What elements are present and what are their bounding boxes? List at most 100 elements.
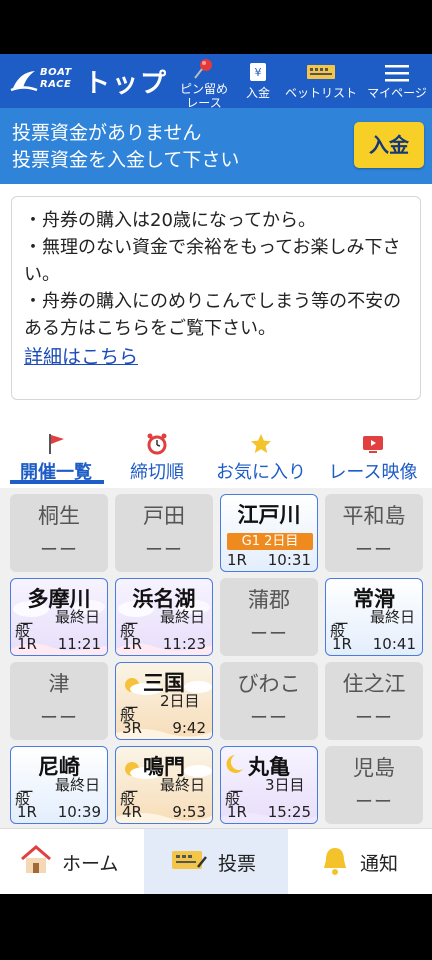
nav-notification-label: 通知 — [360, 853, 399, 875]
race-day: 最終日 — [55, 608, 101, 626]
tab-schedule[interactable]: 開催一覧 — [0, 428, 112, 486]
race-number: 4R — [122, 803, 142, 821]
deadline-time: 9:42 — [172, 719, 206, 737]
nav-home[interactable]: ホーム — [0, 829, 144, 895]
deposit-icon: ¥ — [250, 63, 266, 81]
venue-name: 蒲郡 — [248, 588, 290, 612]
deadline-time: 11:23 — [162, 635, 206, 653]
funds-warning-text: 投票資金がありません 投票資金を入金して下さい — [12, 120, 239, 174]
bottom-nav: ホーム 投票 通知 — [0, 828, 432, 895]
logo-text: BOAT RACE — [40, 67, 72, 90]
race-number: 1R — [227, 551, 247, 569]
race-day: 3日目 — [265, 776, 305, 794]
deposit-header-button[interactable]: ¥ 入金 — [240, 62, 276, 100]
star-icon — [251, 434, 271, 453]
svg-text:¥: ¥ — [255, 66, 262, 79]
race-number: 1R — [17, 803, 37, 821]
mypage-label: マイページ — [367, 86, 427, 100]
pinned-races-button[interactable]: ピン留め レース — [176, 58, 232, 110]
venue-cell[interactable]: 桐生 ーー — [10, 494, 108, 572]
venue-cell[interactable]: 児島 ーー — [325, 746, 423, 824]
notice-line-1: ・舟券の購入は20歳になってから。 — [24, 210, 317, 231]
status-bar — [0, 0, 432, 54]
venue-name: 児島 — [353, 756, 395, 780]
betlist-label: ベットリスト — [284, 86, 357, 100]
pin-icon — [194, 59, 212, 79]
venue-cell[interactable]: 鳴門 ー 般 最終日 4R 9:53 — [115, 746, 213, 824]
nav-vote[interactable]: 投票 — [144, 829, 288, 895]
tab-deadline-label: 締切順 — [130, 462, 184, 483]
venue-status: ーー — [250, 624, 288, 645]
tab-favorites-label: お気に入り — [216, 462, 306, 483]
venue-status: ーー — [355, 540, 393, 561]
tab-race-video[interactable]: レース映像 — [318, 428, 428, 486]
funds-warning-line2: 投票資金を入金して下さい — [12, 149, 240, 171]
venue-name: 住之江 — [342, 672, 406, 696]
home-icon — [21, 845, 51, 873]
venue-cell[interactable]: 津 ーー — [10, 662, 108, 740]
race-number: 1R — [332, 635, 352, 653]
bell-icon — [324, 848, 346, 875]
deadline-time: 10:31 — [267, 551, 311, 569]
details-link[interactable]: 詳細はこちら — [24, 342, 138, 372]
race-tabs: 開催一覧 締切順 お気に入り レース映像 — [0, 428, 432, 486]
deadline-time: 11:21 — [57, 635, 101, 653]
venue-status: ーー — [355, 792, 393, 813]
main-content: ・舟券の購入は20歳になってから。 ・無理のない資金で余裕をもってお楽しみ下さい… — [0, 184, 432, 828]
venue-cell[interactable]: 常滑 ー 般 最終日 1R 10:41 — [325, 578, 423, 656]
venue-name: 江戸川 — [237, 503, 301, 527]
deposit-header-label: 入金 — [245, 86, 270, 100]
nav-vote-label: 投票 — [218, 853, 257, 875]
venue-cell[interactable]: びわこ ーー — [220, 662, 318, 740]
boatrace-logo[interactable]: BOAT RACE — [10, 64, 72, 96]
nav-home-label: ホーム — [62, 853, 119, 875]
notice-line-2: ・無理のない資金で余裕をもってお楽しみ下さい。 — [24, 237, 401, 285]
deadline-time: 9:53 — [172, 803, 206, 821]
deposit-button[interactable]: 入金 — [354, 122, 424, 168]
venue-cell[interactable]: 多摩川 ー 般 最終日 1R 11:21 — [10, 578, 108, 656]
venue-cell[interactable]: 三国 ー 般 2日目 3R 9:42 — [115, 662, 213, 740]
notice-line-3: ・舟券の購入にのめりこんでしまう等の不安のある方はこちらをご覧下さい。 — [24, 291, 402, 339]
venue-cell[interactable]: 江戸川 G1 2日目 1R 10:31 — [220, 494, 318, 572]
betlist-icon — [307, 65, 335, 79]
venue-name: 津 — [48, 672, 70, 696]
active-tab-indicator — [10, 480, 104, 484]
flag-icon — [49, 434, 64, 454]
nav-notification[interactable]: 通知 — [288, 829, 432, 895]
venue-cell[interactable]: 尼崎 ー 般 最終日 1R 10:39 — [10, 746, 108, 824]
venue-cell[interactable]: 戸田 ーー — [115, 494, 213, 572]
tab-favorites[interactable]: お気に入り — [206, 428, 316, 486]
venue-name: びわこ — [237, 672, 301, 696]
responsible-gambling-notice: ・舟券の購入は20歳になってから。 ・無理のない資金で余裕をもってお楽しみ下さい… — [11, 196, 421, 400]
mypage-button[interactable]: マイページ — [364, 62, 430, 100]
deadline-time: 15:25 — [267, 803, 311, 821]
app-header: BOAT RACE トップ ピン留め レース ¥ 入金 ベットリスト マイページ — [0, 54, 432, 110]
race-day: 2日目 — [160, 692, 200, 710]
pinned-races-label: ピン留め — [179, 82, 228, 96]
betlist-button[interactable]: ベットリスト — [284, 62, 358, 100]
funds-warning-line1: 投票資金がありません — [12, 122, 202, 144]
deadline-time: 10:39 — [57, 803, 101, 821]
system-nav-bar — [0, 894, 432, 960]
race-day: 最終日 — [55, 776, 101, 794]
venue-status: ーー — [250, 708, 288, 729]
venue-cell[interactable]: 蒲郡 ーー — [220, 578, 318, 656]
alarm-clock-icon — [147, 433, 167, 455]
race-number: 1R — [227, 803, 247, 821]
page-title: トップ — [84, 69, 169, 99]
boatrace-logo-icon — [10, 71, 38, 92]
venue-cell[interactable]: 浜名湖 ー 般 最終日 1R 11:23 — [115, 578, 213, 656]
venue-status: ーー — [40, 540, 78, 561]
venue-name: 平和島 — [342, 504, 406, 528]
venue-cell[interactable]: 丸亀 ー 般 3日目 1R 15:25 — [220, 746, 318, 824]
venue-cell[interactable]: 住之江 ーー — [325, 662, 423, 740]
venue-status: ーー — [145, 540, 183, 561]
deadline-time: 10:41 — [372, 635, 416, 653]
grade-badge: G1 2日目 — [227, 533, 313, 550]
tab-deadline[interactable]: 締切順 — [112, 428, 202, 486]
race-number: 3R — [122, 719, 142, 737]
race-number: 1R — [122, 635, 142, 653]
funds-warning-bar: 投票資金がありません 投票資金を入金して下さい 入金 — [0, 108, 432, 184]
venue-cell[interactable]: 平和島 ーー — [325, 494, 423, 572]
race-day: 最終日 — [160, 776, 206, 794]
